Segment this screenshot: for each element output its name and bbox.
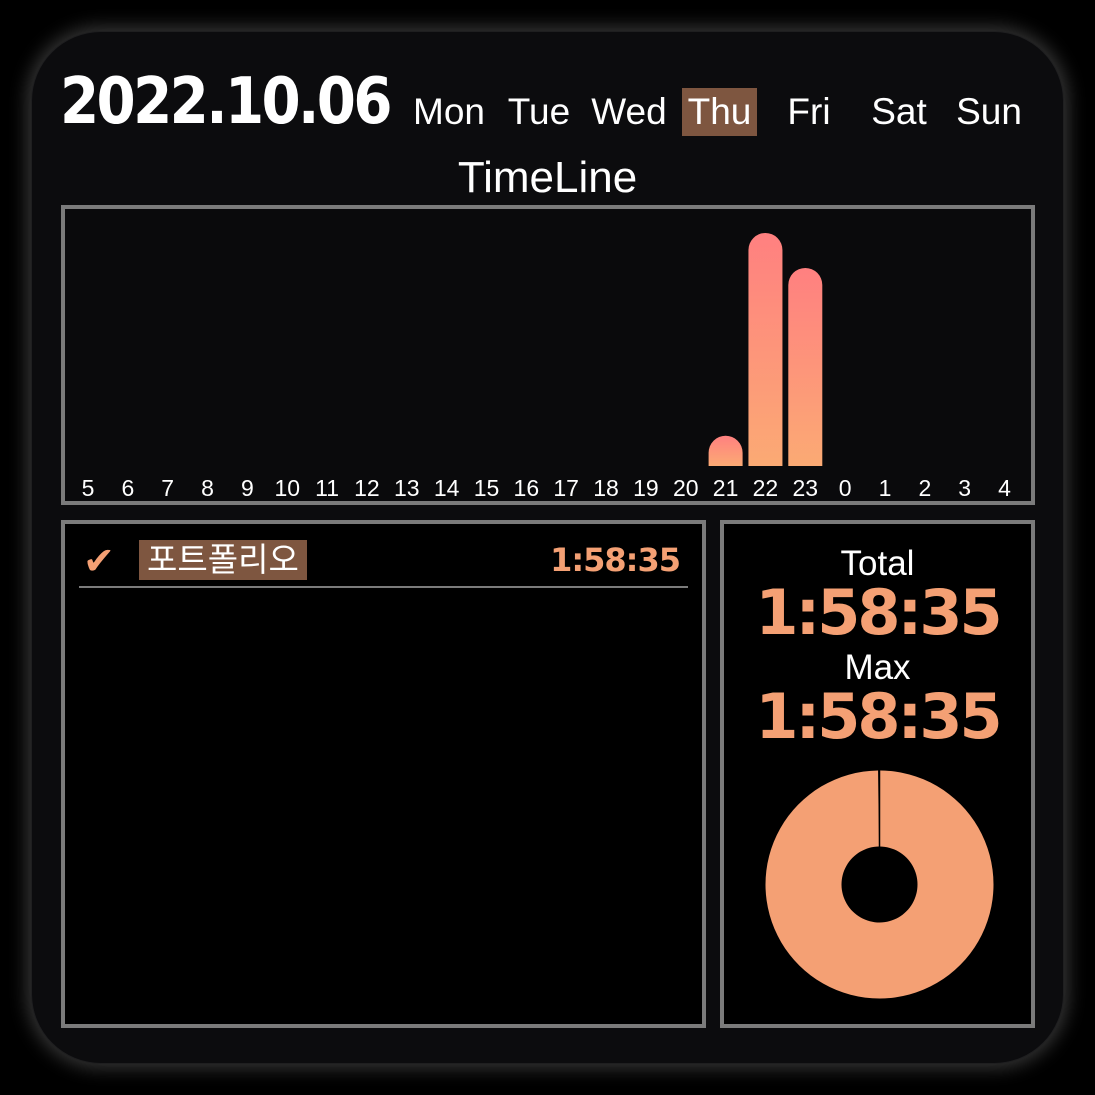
tick-label-20: 20 xyxy=(673,475,699,501)
tick-label-12: 12 xyxy=(354,475,380,501)
tick-label-18: 18 xyxy=(593,475,619,501)
date-title: 2022.10.06 xyxy=(60,65,393,139)
tick-label-6: 6 xyxy=(121,475,134,501)
tick-label-22: 22 xyxy=(753,475,779,501)
tick-label-7: 7 xyxy=(161,475,174,501)
timeline-chart-panel: 5 6 7 8 9 10 11 12 13 14 15 16 17 18 19 20 21 22 23 0 1 2 3 4 xyxy=(61,205,1035,505)
stats-panel: Total 1:58:35 Max 1:58:35 xyxy=(720,520,1035,1028)
total-value: 1:58:35 xyxy=(755,576,1002,649)
task-list-panel: ✔ 포트폴리오 1:58:35 xyxy=(61,520,706,1028)
tick-label-1: 1 xyxy=(879,475,892,501)
bar-hour-22 xyxy=(748,233,783,466)
tick-label-21: 21 xyxy=(713,475,739,501)
tick-label-11: 11 xyxy=(315,475,339,501)
task-name: 포트폴리오 xyxy=(139,540,307,580)
timeline-title: TimeLine xyxy=(457,153,638,202)
day-sat[interactable]: Sat xyxy=(862,88,936,136)
tick-label-14: 14 xyxy=(434,475,460,501)
tick-label-2: 2 xyxy=(918,475,931,501)
day-sun[interactable]: Sun xyxy=(952,88,1026,136)
checkmark-icon[interactable]: ✔ xyxy=(83,540,115,582)
donut-chart xyxy=(765,770,994,999)
day-mon[interactable]: Mon xyxy=(410,88,488,136)
tick-label-4: 4 xyxy=(998,475,1011,501)
bar-hour-21 xyxy=(708,435,743,466)
task-row[interactable]: ✔ 포트폴리오 1:58:35 xyxy=(79,538,688,588)
bar-hour-23 xyxy=(788,267,823,466)
day-thu[interactable]: Thu xyxy=(682,88,757,136)
tick-label-9: 9 xyxy=(241,475,254,501)
tick-label-10: 10 xyxy=(274,475,300,501)
tick-label-13: 13 xyxy=(394,475,420,501)
tick-label-0: 0 xyxy=(839,475,852,501)
tick-label-19: 19 xyxy=(633,475,659,501)
timeline-chart: 5 6 7 8 9 10 11 12 13 14 15 16 17 18 19 20 21 22 23 0 1 2 3 4 xyxy=(82,233,1011,501)
day-tue[interactable]: Tue xyxy=(502,88,576,136)
tick-label-8: 8 xyxy=(201,475,214,501)
day-fri[interactable]: Fri xyxy=(772,88,846,136)
tick-label-23: 23 xyxy=(793,475,819,501)
task-time: 1:58:35 xyxy=(550,541,681,579)
day-wed[interactable]: Wed xyxy=(590,88,668,136)
max-value: 1:58:35 xyxy=(755,680,1002,753)
tick-label-15: 15 xyxy=(474,475,500,501)
tick-label-17: 17 xyxy=(553,475,579,501)
tick-label-3: 3 xyxy=(958,475,971,501)
tick-label-16: 16 xyxy=(514,475,540,501)
tick-label-5: 5 xyxy=(82,475,95,501)
